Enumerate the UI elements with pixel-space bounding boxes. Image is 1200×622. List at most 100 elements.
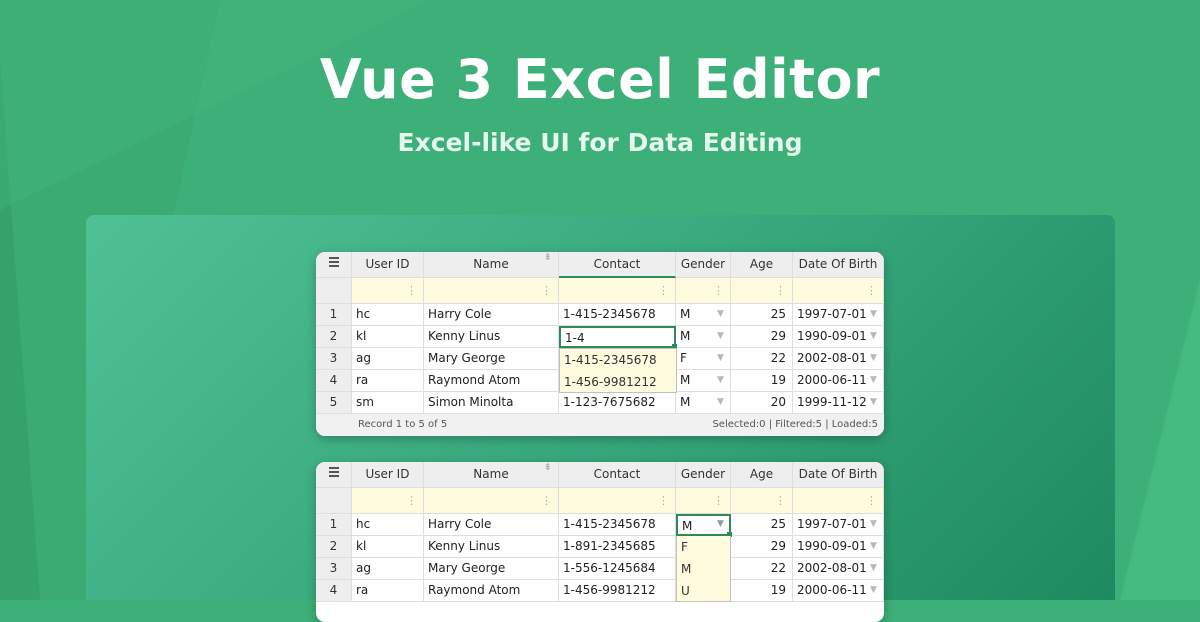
dropdown-triangle-icon[interactable]: ▼ (870, 558, 877, 579)
sort-pin-icon[interactable]: ⇟ (544, 462, 552, 480)
column-header-age[interactable]: Age (731, 252, 793, 278)
column-header-gender[interactable]: Gender (676, 462, 731, 488)
sheet-menu-button[interactable] (316, 252, 352, 278)
column-header-contact[interactable]: Contact (559, 252, 676, 278)
gender-option[interactable]: F (677, 536, 730, 558)
cell-contact[interactable]: 1-415-2345678 (559, 514, 676, 536)
filter-menu-icon[interactable]: ⋮ (406, 488, 417, 513)
filter-input-age[interactable]: ⋮ (731, 278, 793, 304)
column-header-name[interactable]: Name ⇟ (424, 252, 559, 278)
cell-id[interactable]: sm (352, 392, 424, 414)
table-row[interactable]: 4raRaymond Atom1-456-9981212▼192000-06-1… (316, 580, 884, 602)
filter-input-gender[interactable]: ⋮ (676, 488, 731, 514)
cell-id[interactable]: ag (352, 348, 424, 370)
filter-input-name[interactable]: ⋮ (424, 488, 559, 514)
column-header-contact[interactable]: Contact (559, 462, 676, 488)
filter-menu-icon[interactable]: ⋮ (541, 488, 552, 513)
cell-age[interactable]: 20 (731, 392, 793, 414)
cell-age[interactable]: 22 (731, 348, 793, 370)
cell-contact-editing[interactable]: 1-4 (559, 326, 676, 348)
filter-menu-icon[interactable]: ⋮ (775, 488, 786, 513)
dropdown-triangle-icon[interactable]: ▼ (870, 370, 877, 391)
cell-name[interactable]: Raymond Atom (424, 370, 559, 392)
cell-age[interactable]: 29 (731, 536, 793, 558)
gender-option[interactable]: U (677, 580, 730, 602)
cell-id[interactable]: kl (352, 326, 424, 348)
dropdown-triangle-icon[interactable]: ▼ (717, 392, 724, 413)
dropdown-triangle-icon[interactable]: ▼ (870, 580, 877, 601)
gender-dropdown-list[interactable]: FMU (676, 536, 731, 602)
table-row[interactable]: 3agMary George1-556-1245684▼222002-08-01… (316, 558, 884, 580)
table-row[interactable]: 2klKenny Linus1-891-2345685▼291990-09-01… (316, 536, 884, 558)
cell-id[interactable]: hc (352, 514, 424, 536)
cell-age[interactable]: 19 (731, 580, 793, 602)
cell-id[interactable]: ag (352, 558, 424, 580)
filter-menu-icon[interactable]: ⋮ (713, 278, 724, 303)
dropdown-triangle-icon[interactable]: ▼ (717, 326, 724, 347)
filter-menu-icon[interactable]: ⋮ (775, 278, 786, 303)
cell-contact[interactable]: 1-556-1245684 (559, 558, 676, 580)
cell-name[interactable]: Mary George (424, 348, 559, 370)
filter-menu-icon[interactable]: ⋮ (541, 278, 552, 303)
filter-menu-icon[interactable]: ⋮ (866, 278, 877, 303)
dropdown-triangle-icon[interactable]: ▼ (870, 326, 877, 347)
dropdown-triangle-icon[interactable]: ▼ (870, 304, 877, 325)
cell-contact[interactable]: 1-456-9981212 (559, 580, 676, 602)
column-header-gender[interactable]: Gender (676, 252, 731, 278)
table-row[interactable]: 2 kl Kenny Linus 1-4 M ▼ 29 1990-09-01 ▼ (316, 326, 884, 348)
column-header-id[interactable]: User ID (352, 252, 424, 278)
dropdown-triangle-icon[interactable]: ▼ (870, 348, 877, 369)
column-header-name[interactable]: Name ⇟ (424, 462, 559, 488)
cell-name[interactable]: Raymond Atom (424, 580, 559, 602)
cell-age[interactable]: 19 (731, 370, 793, 392)
gender-option[interactable]: M (677, 558, 730, 580)
cell-contact[interactable]: 1-123-7675682 (559, 392, 676, 414)
filter-input-age[interactable]: ⋮ (731, 488, 793, 514)
dropdown-triangle-icon[interactable]: ▼ (870, 392, 877, 413)
cell-contact[interactable]: 1-415-2345678 (559, 304, 676, 326)
filter-menu-icon[interactable]: ⋮ (658, 278, 669, 303)
column-header-dob[interactable]: Date Of Birth (793, 462, 884, 488)
cell-age[interactable]: 22 (731, 558, 793, 580)
table-row[interactable]: 1 hc Harry Cole 1-415-2345678 M ▼ 25 1997-07-01… (316, 304, 884, 326)
cell-name[interactable]: Mary George (424, 558, 559, 580)
column-header-age[interactable]: Age (731, 462, 793, 488)
sheet-menu-button[interactable] (316, 462, 352, 488)
cell-name[interactable]: Kenny Linus (424, 536, 559, 558)
dropdown-triangle-icon[interactable]: ▼ (717, 370, 724, 391)
dropdown-triangle-icon[interactable]: ▼ (717, 514, 724, 535)
filter-menu-icon[interactable]: ⋮ (866, 488, 877, 513)
filter-menu-icon[interactable]: ⋮ (406, 278, 417, 303)
filter-input-name[interactable]: ⋮ (424, 278, 559, 304)
column-header-dob[interactable]: Date Of Birth (793, 252, 884, 278)
filter-input-contact[interactable]: ⋮ (559, 278, 676, 304)
cell-id[interactable]: kl (352, 536, 424, 558)
dropdown-triangle-icon[interactable]: ▼ (717, 348, 724, 369)
cell-name[interactable]: Simon Minolta (424, 392, 559, 414)
autocomplete-option[interactable]: 1-415-2345678 (560, 349, 676, 371)
cell-contact[interactable]: 1-891-2345685 (559, 536, 676, 558)
filter-input-contact[interactable]: ⋮ (559, 488, 676, 514)
cell-name[interactable]: Harry Cole (424, 514, 559, 536)
filter-menu-icon[interactable]: ⋮ (658, 488, 669, 513)
dropdown-triangle-icon[interactable]: ▼ (870, 514, 877, 535)
cell-name[interactable]: Kenny Linus (424, 326, 559, 348)
table-row[interactable]: 1 hc Harry Cole 1-415-2345678 M ▼ 25 1997-07-01… (316, 514, 884, 536)
dropdown-triangle-icon[interactable]: ▼ (870, 536, 877, 557)
cell-id[interactable]: hc (352, 304, 424, 326)
cell-id[interactable]: ra (352, 580, 424, 602)
filter-input-dob[interactable]: ⋮ (793, 488, 884, 514)
dropdown-triangle-icon[interactable]: ▼ (717, 304, 724, 325)
filter-input-gender[interactable]: ⋮ (676, 278, 731, 304)
cell-id[interactable]: ra (352, 370, 424, 392)
filter-input-id[interactable]: ⋮ (352, 488, 424, 514)
table-row[interactable]: 5 sm Simon Minolta 1-123-7675682 M ▼ 20 1999-11… (316, 392, 884, 414)
cell-age[interactable]: 25 (731, 304, 793, 326)
cell-age[interactable]: 29 (731, 326, 793, 348)
filter-menu-icon[interactable]: ⋮ (713, 488, 724, 513)
autocomplete-list[interactable]: 1-415-2345678 1-456-9981212 (559, 348, 677, 393)
cell-age[interactable]: 25 (731, 514, 793, 536)
cell-name[interactable]: Harry Cole (424, 304, 559, 326)
sort-pin-icon[interactable]: ⇟ (544, 252, 552, 270)
autocomplete-option[interactable]: 1-456-9981212 (560, 371, 676, 393)
